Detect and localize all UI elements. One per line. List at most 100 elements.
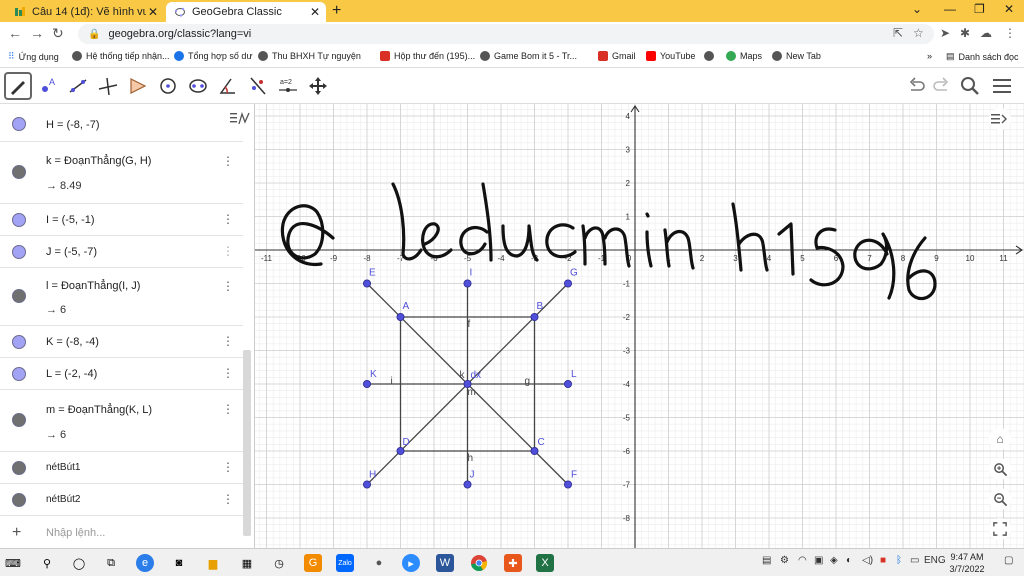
row-menu-icon[interactable]: ⋮	[222, 212, 234, 226]
notes-tray-icon[interactable]: ▤	[762, 555, 771, 566]
clock-app-icon[interactable]: ◷	[270, 554, 288, 572]
algebra-row-H[interactable]: H = (-8, -7)	[0, 104, 243, 142]
zalo-icon[interactable]: Zalo	[336, 554, 354, 572]
algebra-row-netbut1[interactable]: nétBút1 ⋮	[0, 452, 243, 484]
cortana-icon[interactable]: ◯	[70, 554, 88, 572]
row-menu-icon[interactable]: ⋮	[222, 279, 234, 293]
tab-geogebra-classic[interactable]: GeoGebra Classic ✕	[166, 2, 326, 22]
reload-icon[interactable]: ↻	[52, 25, 64, 42]
row-menu-icon[interactable]: ⋮	[222, 402, 234, 416]
visibility-toggle-icon[interactable]	[12, 367, 26, 381]
algebra-row-K[interactable]: K = (-8, -4) ⋮	[0, 326, 243, 358]
ellipse-tool-button[interactable]	[184, 72, 212, 100]
app-tray-icon[interactable]: ◈	[830, 555, 838, 566]
undo-button[interactable]	[902, 72, 930, 100]
home-view-button[interactable]: ⌂	[989, 428, 1011, 450]
reflect-tool-button[interactable]	[244, 72, 272, 100]
visibility-toggle-icon[interactable]	[12, 493, 26, 507]
menu-icon[interactable]: ⋮	[1004, 26, 1016, 40]
polygon-tool-button[interactable]	[124, 72, 152, 100]
bookmarks-more-button[interactable]: »	[927, 51, 932, 61]
maximize-icon[interactable]: ❐	[974, 2, 985, 16]
share-icon[interactable]: ⇱	[893, 26, 903, 40]
row-menu-icon[interactable]: ⋮	[222, 334, 234, 348]
bluetooth-tray-icon[interactable]: ᛒ	[896, 555, 902, 566]
close-icon[interactable]: ✕	[146, 5, 160, 19]
algebra-scrollbar[interactable]	[243, 350, 251, 536]
tab-cau-14[interactable]: Câu 14 (1đ): Vẽ hình vuông ABCD ✕	[6, 2, 164, 22]
vnedu-icon[interactable]: G	[304, 554, 322, 572]
algebra-row-L[interactable]: L = (-2, -4) ⋮	[0, 358, 243, 390]
antivirus-tray-icon[interactable]: ■	[880, 555, 886, 566]
graphics-view[interactable]: -11 -10 -9 -8 -7 -6 -5 -4 -3 -2 -1 0 1 2 3 4 5 6 7 8 9 10 11 4 3…	[255, 104, 1024, 548]
wifi-tray-icon[interactable]: ◠	[798, 555, 807, 566]
chrome-icon[interactable]	[470, 554, 488, 572]
point-tool-button[interactable]: A	[34, 72, 62, 100]
volume-tray-icon[interactable]: ◁)	[862, 555, 873, 566]
row-menu-icon[interactable]: ⋮	[222, 366, 234, 380]
visibility-toggle-icon[interactable]	[12, 213, 26, 227]
visibility-toggle-icon[interactable]	[12, 335, 26, 349]
algebra-input-bar[interactable]: + Nhập lệnh...	[0, 518, 243, 548]
visibility-toggle-icon[interactable]	[12, 461, 26, 475]
bookmark-star-icon[interactable]: ☆	[913, 26, 924, 40]
visibility-toggle-icon[interactable]	[12, 413, 26, 427]
bookmark-globe[interactable]	[704, 51, 718, 61]
battery-tray-icon[interactable]: ▭	[910, 555, 919, 566]
graphics-canvas[interactable]: -11 -10 -9 -8 -7 -6 -5 -4 -3 -2 -1 0 1 2 3 4 5 6 7 8 9 10 1143…	[255, 104, 1024, 548]
visibility-toggle-icon[interactable]	[12, 117, 26, 131]
bookmark-he-thong[interactable]: Hệ thống tiếp nhận...	[72, 51, 170, 61]
angle-tool-button[interactable]	[214, 72, 242, 100]
extension-arrow-icon[interactable]: ➤	[940, 26, 950, 40]
algebra-row-J[interactable]: J = (-5, -7) ⋮	[0, 236, 243, 268]
zoom-in-button[interactable]	[989, 458, 1011, 480]
record-icon[interactable]: ●	[370, 554, 388, 572]
tab-search-icon[interactable]: ⌄	[912, 2, 922, 16]
minimize-icon[interactable]: —	[944, 2, 956, 16]
word-icon[interactable]: W	[436, 554, 454, 572]
bookmark-youtube[interactable]: YouTube	[646, 51, 695, 61]
zoom-out-button[interactable]	[989, 488, 1011, 510]
perpendicular-tool-button[interactable]	[94, 72, 122, 100]
add-icon[interactable]: +	[12, 524, 21, 542]
taskbar-clock[interactable]: 9:47 AM 3/7/2022	[946, 551, 988, 575]
network-tray-icon[interactable]: ▣	[814, 555, 823, 566]
task-view-icon[interactable]: ⧉	[102, 554, 120, 572]
app-tray-icon[interactable]: ◐	[846, 555, 852, 566]
bookmark-hop-thu[interactable]: Hộp thư đến (195)...	[380, 51, 475, 61]
move-view-tool-button[interactable]	[304, 72, 332, 100]
excel-icon[interactable]: X	[536, 554, 554, 572]
settings-tray-icon[interactable]: ⚙	[780, 555, 789, 566]
new-tab-button[interactable]: +	[332, 2, 341, 20]
close-icon[interactable]: ✕	[308, 5, 322, 19]
fullscreen-button[interactable]	[989, 518, 1011, 540]
reading-list-button[interactable]: ▤ Danh sách đọc	[946, 51, 1019, 62]
row-menu-icon[interactable]: ⋮	[222, 460, 234, 474]
edge-icon[interactable]: e	[136, 554, 154, 572]
slider-tool-button[interactable]: a=2	[274, 72, 302, 100]
row-menu-icon[interactable]: ⋮	[222, 492, 234, 506]
algebra-row-l[interactable]: l = ĐoạnThẳng(I, J) → 6 ⋮	[0, 268, 243, 326]
visibility-toggle-icon[interactable]	[12, 165, 26, 179]
algebra-row-k[interactable]: k = ĐoạnThẳng(G, H) → 8.49 ⋮	[0, 142, 243, 204]
algebra-row-netbut2[interactable]: nétBút2 ⋮	[0, 484, 243, 516]
bookmark-thu-bhxh[interactable]: Thu BHXH Tự nguyện	[258, 51, 361, 61]
zoom-app-icon[interactable]: ▸	[402, 554, 420, 572]
row-menu-icon[interactable]: ⋮	[222, 154, 234, 168]
bookmark-maps[interactable]: Maps	[726, 51, 762, 61]
address-bar[interactable]: 🔒 geogebra.org/classic?lang=vi	[78, 24, 934, 44]
line-tool-button[interactable]	[64, 72, 92, 100]
pen-tool-button[interactable]	[4, 72, 32, 100]
bookmark-apps[interactable]: ⠿ Ứng dụng	[8, 51, 59, 62]
bookmark-new-tab[interactable]: New Tab	[772, 51, 821, 61]
file-explorer-icon[interactable]: ▆	[204, 554, 222, 572]
redo-button[interactable]	[928, 72, 956, 100]
back-icon[interactable]: ←	[8, 25, 22, 41]
calculator-icon[interactable]: ▦	[238, 554, 256, 572]
algebra-row-m[interactable]: m = ĐoạnThẳng(K, L) → 6 ⋮	[0, 390, 243, 452]
main-menu-button[interactable]	[988, 72, 1016, 100]
extensions-puzzle-icon[interactable]: ✱	[960, 26, 970, 40]
camera-icon[interactable]: ◙	[170, 554, 188, 572]
algebra-row-I[interactable]: I = (-5, -1) ⋮	[0, 204, 243, 236]
circle-tool-button[interactable]	[154, 72, 182, 100]
